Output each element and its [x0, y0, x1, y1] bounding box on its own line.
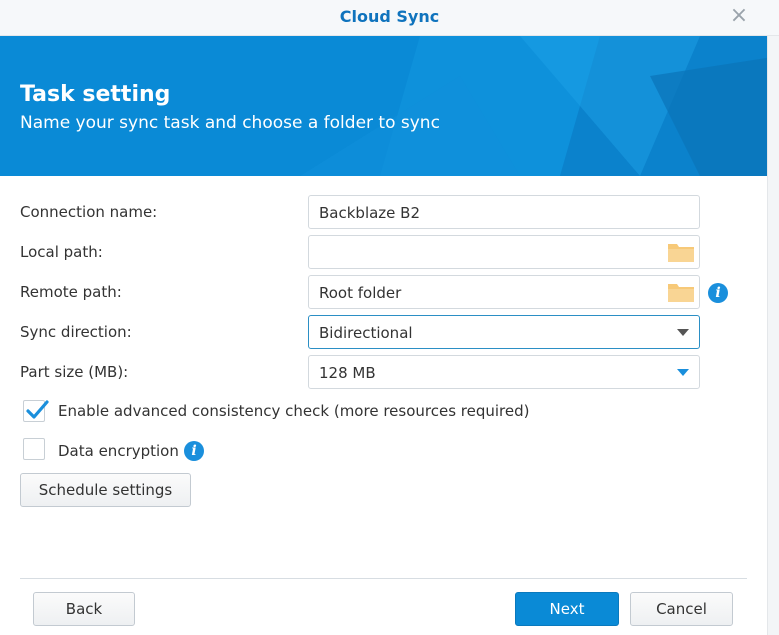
page-subtitle: Name your sync task and choose a folder …: [20, 113, 440, 133]
sync-direction-label: Sync direction:: [20, 323, 132, 341]
data-encryption-label[interactable]: Data encryption: [58, 442, 179, 460]
back-button[interactable]: Back: [33, 592, 135, 626]
part-size-value: 128 MB: [319, 364, 376, 382]
local-path-label: Local path:: [20, 243, 103, 261]
connection-name-input[interactable]: Backblaze B2: [308, 195, 700, 229]
folder-icon[interactable]: [667, 241, 695, 263]
remote-path-value: Root folder: [319, 284, 402, 302]
advanced-check-label[interactable]: Enable advanced consistency check (more …: [58, 402, 529, 420]
remote-path-input[interactable]: Root folder: [308, 275, 700, 309]
close-icon[interactable]: ×: [729, 5, 749, 27]
part-size-select[interactable]: 128 MB: [308, 355, 700, 389]
scrollbar-track[interactable]: [767, 36, 779, 635]
advanced-check-checkbox[interactable]: [23, 400, 49, 422]
folder-icon[interactable]: [667, 281, 695, 303]
header-banner: Task setting Name your sync task and cho…: [0, 36, 779, 176]
schedule-settings-button[interactable]: Schedule settings: [20, 473, 191, 507]
window-title: Cloud Sync: [339, 7, 440, 26]
data-encryption-checkbox[interactable]: [23, 438, 45, 460]
connection-name-label: Connection name:: [20, 203, 158, 221]
next-button[interactable]: Next: [515, 592, 619, 626]
footer-divider: [20, 578, 747, 579]
window-titlebar: Cloud Sync ×: [0, 0, 779, 36]
remote-path-info-icon[interactable]: i: [708, 283, 728, 303]
page-title: Task setting: [20, 82, 171, 107]
part-size-label: Part size (MB):: [20, 363, 129, 381]
remote-path-label: Remote path:: [20, 283, 122, 301]
sync-direction-select[interactable]: Bidirectional: [308, 315, 700, 349]
chevron-down-icon[interactable]: [677, 369, 689, 376]
data-encryption-info-icon[interactable]: i: [184, 441, 204, 461]
sync-direction-value: Bidirectional: [319, 324, 413, 342]
chevron-down-icon[interactable]: [677, 329, 689, 336]
local-path-input[interactable]: [308, 235, 700, 269]
connection-name-value: Backblaze B2: [319, 204, 421, 222]
cancel-button[interactable]: Cancel: [630, 592, 733, 626]
checkmark-icon: [26, 400, 49, 419]
